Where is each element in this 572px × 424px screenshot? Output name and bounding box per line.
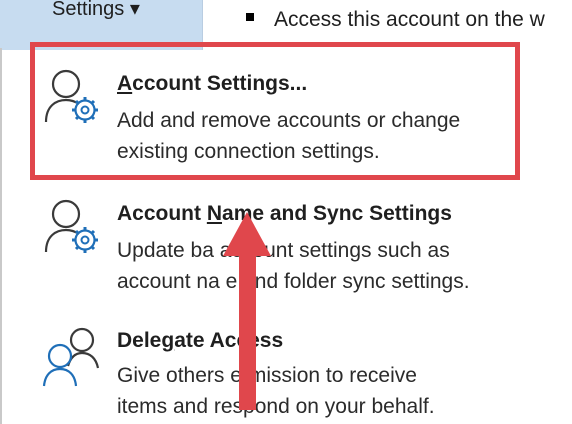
menu-item-title: Delegate Access xyxy=(117,329,283,353)
two-people-icon xyxy=(42,327,100,387)
ribbon-header: Settings ▾ Access this account on the w xyxy=(0,0,572,50)
bullet-icon xyxy=(246,13,254,21)
desc-line: account na e and folder sync settings. xyxy=(117,270,470,293)
annotation-highlight-box xyxy=(30,42,520,180)
menu-item-title: Account Name and Sync Settings xyxy=(117,202,452,226)
menu-item-title-text: Delegate Access xyxy=(117,329,284,352)
menu-left-border xyxy=(0,48,2,424)
menu-item-description: Update ba account settings such as accou… xyxy=(117,235,470,297)
desc-line: items and respond on your behalf. xyxy=(117,395,435,418)
info-line: Access this account on the w xyxy=(246,8,545,32)
menu-item-title-text: Account Name and Sync Settings xyxy=(117,202,452,225)
menu-item-description: Give others ermission to receive items a… xyxy=(117,360,435,422)
desc-line: Give others ermission to receive xyxy=(117,364,417,387)
info-text: Access this account on the w xyxy=(274,8,545,31)
person-gear-icon xyxy=(44,199,98,253)
settings-tab-label: Settings ▾ xyxy=(52,0,140,20)
desc-line: Update ba account settings such as xyxy=(117,239,450,262)
